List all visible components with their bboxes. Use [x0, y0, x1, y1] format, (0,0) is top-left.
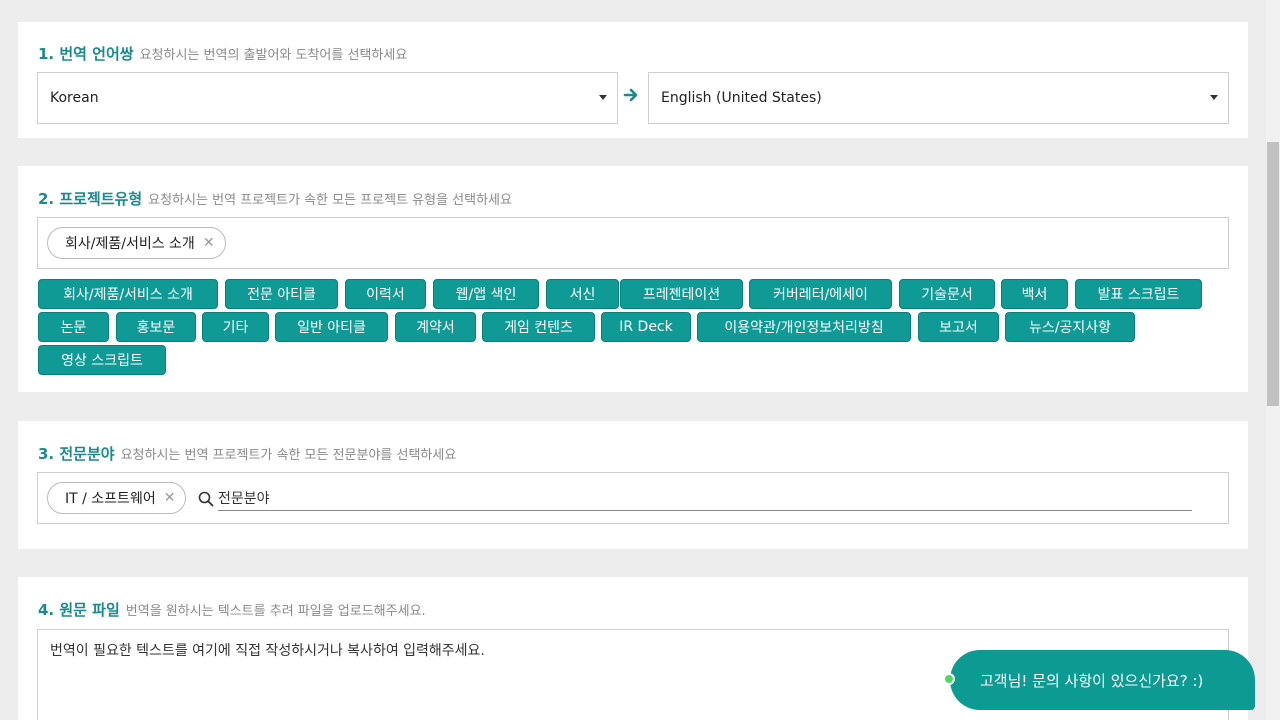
project-type-selection-box[interactable]: 회사/제품/서비스 소개 ✕: [37, 217, 1229, 269]
page: 1. 번역 언어쌍 요청하시는 번역의 출발어와 도착어를 선택하세요 Kore…: [0, 0, 1266, 720]
specialty-card: 3. 전문분야 요청하시는 번역 프로젝트가 속한 모든 전문분야를 선택하세요…: [18, 421, 1248, 549]
section-title: 4. 원문 파일: [38, 601, 120, 619]
tag-option[interactable]: 백서: [1001, 279, 1068, 309]
tag-option[interactable]: 게임 컨텐츠: [482, 312, 595, 342]
source-language-select[interactable]: Korean: [37, 72, 618, 124]
close-icon[interactable]: ✕: [203, 235, 215, 251]
chip-label: 회사/제품/서비스 소개: [65, 236, 195, 252]
tag-option[interactable]: 이력서: [345, 279, 426, 309]
specialty-search-input[interactable]: [218, 487, 1192, 511]
scrollbar-thumb[interactable]: [1267, 142, 1279, 406]
tag-option[interactable]: 홍보문: [116, 312, 196, 342]
tag-option[interactable]: 커버레터/에세이: [749, 279, 892, 309]
tag-option[interactable]: 회사/제품/서비스 소개: [38, 279, 218, 309]
tag-option[interactable]: 발표 스크립트: [1075, 279, 1202, 309]
online-status-dot: [943, 673, 955, 685]
section-hint: 요청하시는 번역의 출발어와 도착어를 선택하세요: [139, 48, 408, 63]
section-hint: 요청하시는 번역 프로젝트가 속한 모든 프로젝트 유형을 선택하세요: [148, 193, 512, 208]
caret-down-icon: [1210, 95, 1218, 100]
tag-option[interactable]: 웹/앱 색인: [433, 279, 539, 309]
tag-option[interactable]: 보고서: [918, 312, 999, 342]
section-title: 3. 전문분야: [38, 445, 115, 463]
target-language-value: English (United States): [661, 90, 822, 106]
tag-option[interactable]: 일반 아티클: [275, 312, 388, 342]
arrow-right-icon: [623, 88, 638, 102]
tag-option[interactable]: 영상 스크립트: [38, 345, 166, 375]
close-icon[interactable]: ✕: [164, 490, 176, 506]
language-pair-card: 1. 번역 언어쌍 요청하시는 번역의 출발어와 도착어를 선택하세요 Kore…: [18, 22, 1248, 138]
page-scrollbar[interactable]: [1266, 0, 1280, 720]
tag-option[interactable]: 프레젠테이션: [620, 279, 743, 309]
project-type-header: 2. 프로젝트유형 요청하시는 번역 프로젝트가 속한 모든 프로젝트 유형을 …: [38, 188, 512, 209]
section-title: 2. 프로젝트유형: [38, 190, 143, 208]
specialty-selection-box[interactable]: IT / 소프트웨어 ✕: [37, 472, 1229, 524]
source-file-header: 4. 원문 파일 번역을 원하시는 텍스트를 추려 파일을 업로드해주세요.: [38, 599, 426, 620]
tag-option[interactable]: 서신: [546, 279, 619, 309]
selected-project-chip: 회사/제품/서비스 소개 ✕: [47, 227, 226, 259]
tag-option[interactable]: 기타: [202, 312, 269, 342]
chat-label: 고객님! 문의 사항이 있으신가요? :): [980, 671, 1204, 690]
search-icon: [198, 491, 214, 507]
target-language-select[interactable]: English (United States): [648, 72, 1229, 124]
section-hint: 요청하시는 번역 프로젝트가 속한 모든 전문분야를 선택하세요: [120, 448, 457, 463]
selected-specialty-chip: IT / 소프트웨어 ✕: [47, 482, 187, 514]
tag-option[interactable]: 전문 아티클: [225, 279, 338, 309]
section-hint: 번역을 원하시는 텍스트를 추려 파일을 업로드해주세요.: [125, 604, 426, 619]
tag-option[interactable]: 뉴스/공지사항: [1005, 312, 1135, 342]
project-type-card: 2. 프로젝트유형 요청하시는 번역 프로젝트가 속한 모든 프로젝트 유형을 …: [18, 166, 1248, 392]
specialty-search: [198, 487, 1192, 511]
tag-option[interactable]: IR Deck: [601, 312, 691, 342]
tag-option[interactable]: 기술문서: [899, 279, 995, 309]
chat-widget-button[interactable]: 고객님! 문의 사항이 있으신가요? :): [950, 650, 1255, 710]
chip-label: IT / 소프트웨어: [65, 491, 156, 507]
tag-option[interactable]: 논문: [38, 312, 109, 342]
tag-option[interactable]: 이용약관/개인정보처리방침: [697, 312, 911, 342]
section-title: 1. 번역 언어쌍: [38, 45, 134, 63]
source-language-value: Korean: [50, 90, 99, 106]
caret-down-icon: [599, 95, 607, 100]
specialty-header: 3. 전문분야 요청하시는 번역 프로젝트가 속한 모든 전문분야를 선택하세요: [38, 443, 456, 464]
language-pair-header: 1. 번역 언어쌍 요청하시는 번역의 출발어와 도착어를 선택하세요: [38, 43, 407, 64]
tag-option[interactable]: 계약서: [395, 312, 476, 342]
